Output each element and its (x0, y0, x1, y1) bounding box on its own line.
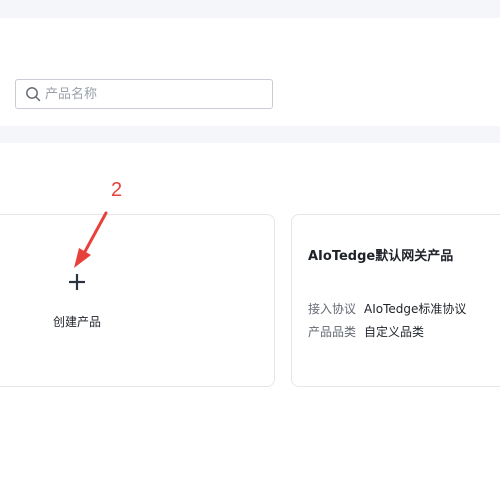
protocol-value: AIoTedge标准协议 (364, 302, 467, 316)
search-icon (26, 87, 41, 102)
create-product-card[interactable] (0, 214, 275, 387)
search-panel (0, 18, 500, 126)
product-title[interactable]: AIoTedge默认网关产品 (308, 245, 453, 264)
create-product-label[interactable]: 创建产品 (0, 313, 154, 330)
plus-icon[interactable] (68, 273, 86, 291)
category-label: 产品品类 (308, 325, 357, 339)
category-row: 产品品类 自定义品类 (308, 323, 424, 340)
top-background (0, 0, 500, 18)
category-value: 自定义品类 (364, 325, 425, 339)
protocol-row: 接入协议 AIoTedge标准协议 (308, 300, 466, 317)
search-input[interactable] (45, 80, 265, 108)
search-box[interactable] (15, 79, 273, 109)
protocol-label: 接入协议 (308, 302, 357, 316)
annotation-step-number: 2 (111, 179, 123, 201)
